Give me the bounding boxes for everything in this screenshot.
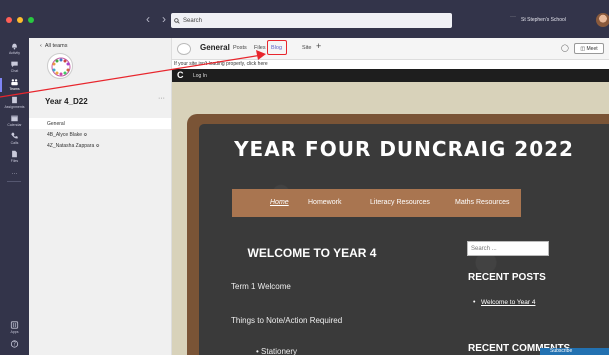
team-logo-image (51, 57, 71, 77)
close-window-button[interactable] (6, 17, 12, 23)
phone-icon (11, 132, 18, 139)
rail-activity[interactable]: Activity (0, 42, 29, 55)
private-lock-icon: ⎉ (95, 142, 100, 149)
avatar[interactable] (596, 13, 609, 27)
menu-literacy[interactable]: Literacy Resources (370, 199, 430, 206)
login-link[interactable]: Log In (193, 73, 207, 79)
subscribe-button[interactable]: Subscribe (540, 348, 609, 355)
team-name: Year 4_D22 (45, 97, 88, 106)
help-icon: ? (10, 340, 19, 348)
channel-header: General Posts Files Blog Site + (172, 38, 609, 60)
rail-assignments[interactable]: Assignments (0, 96, 29, 109)
post-line: Term 1 Welcome (231, 282, 291, 291)
org-name[interactable]: St Stephen's School (521, 17, 566, 23)
private-lock-icon: ⎉ (83, 131, 88, 138)
rail-chat[interactable]: Chat (0, 60, 29, 73)
team-more-icon[interactable]: ··· (158, 95, 165, 102)
blog-tab-highlight (267, 40, 287, 55)
post-line: • Stationery (256, 347, 298, 355)
team-panel: ‹ All teams Year 4_D22 ··· General 4B_Al… (29, 38, 172, 355)
menu-homework[interactable]: Homework (308, 199, 341, 206)
rail-files[interactable]: Files (0, 150, 29, 163)
search-placeholder: Search (183, 17, 203, 24)
blog-title: YEAR FOUR DUNCRAIG 2022 (234, 137, 574, 161)
more-icon: ··· (11, 171, 18, 177)
window-controls (6, 17, 34, 23)
rail-more[interactable]: ··· (0, 171, 29, 177)
rail-teams[interactable]: Teams (0, 78, 29, 92)
channel-label: 4Z_Natasha Zappara (47, 142, 95, 149)
channel-title: General (200, 43, 230, 52)
channel-label: General (47, 120, 65, 127)
conversation-icon[interactable]: ◯ (561, 44, 569, 52)
bell-icon (12, 43, 17, 50)
file-icon (12, 150, 17, 158)
add-tab-icon[interactable]: + (316, 41, 321, 51)
blog-admin-bar: C Log In (172, 69, 609, 82)
rail-divider (7, 181, 21, 182)
meet-button[interactable]: ◫ Meet (574, 43, 604, 54)
rail-help[interactable]: ? (0, 340, 29, 349)
rail-calls[interactable]: Calls (0, 132, 29, 145)
maximize-window-button[interactable] (28, 17, 34, 23)
forward-arrow-icon[interactable]: › (162, 12, 166, 26)
search-icon (174, 17, 180, 24)
app-rail: Activity Chat Teams Assignments Calendar… (0, 38, 29, 355)
search-input[interactable]: Search (171, 13, 452, 28)
recent-post-link[interactable]: Welcome to Year 4 (481, 298, 561, 308)
post-line: Things to Note/Action Required (231, 316, 343, 325)
tab-site[interactable]: Site (302, 45, 311, 51)
reload-notice[interactable]: If your site isn't loading properly, cli… (174, 61, 268, 67)
channel-logo (177, 43, 191, 55)
blog-search-input[interactable]: Search ... (467, 241, 549, 256)
list-bullet: • (473, 299, 476, 306)
menu-home[interactable]: Home (270, 199, 289, 206)
site-logo-icon[interactable]: C (177, 70, 184, 80)
apps-icon (10, 321, 19, 329)
teams-icon (11, 79, 18, 86)
minimize-window-button[interactable] (17, 17, 23, 23)
blog-menu: Home Homework Literacy Resources Maths R… (232, 189, 521, 217)
title-bar: ‹ › Search ··· St Stephen's School (0, 0, 609, 38)
assignments-icon (12, 96, 17, 104)
more-options-icon[interactable]: ··· (510, 14, 516, 20)
recent-posts-heading: RECENT POSTS (468, 272, 546, 283)
channel-label: 4B_Alyce Blake (47, 131, 83, 138)
calendar-icon (11, 115, 18, 122)
channel-general[interactable]: General (29, 118, 171, 129)
chat-icon (11, 61, 18, 68)
menu-maths[interactable]: Maths Resources (455, 199, 509, 206)
channel-4z[interactable]: 4Z_Natasha Zappara ⎉ (29, 140, 171, 151)
team-logo (47, 53, 73, 79)
back-arrow-icon[interactable]: ‹ (146, 12, 150, 26)
channel-4b[interactable]: 4B_Alyce Blake ⎉ (29, 129, 171, 140)
all-teams-link[interactable]: ‹ All teams (40, 43, 68, 49)
tab-posts[interactable]: Posts (233, 45, 247, 51)
rail-apps[interactable]: Apps (0, 321, 29, 334)
post-heading: WELCOME TO YEAR 4 (247, 246, 377, 260)
rail-calendar[interactable]: Calendar (0, 114, 29, 127)
history-nav: ‹ › (146, 12, 166, 26)
tab-files[interactable]: Files (254, 45, 266, 51)
